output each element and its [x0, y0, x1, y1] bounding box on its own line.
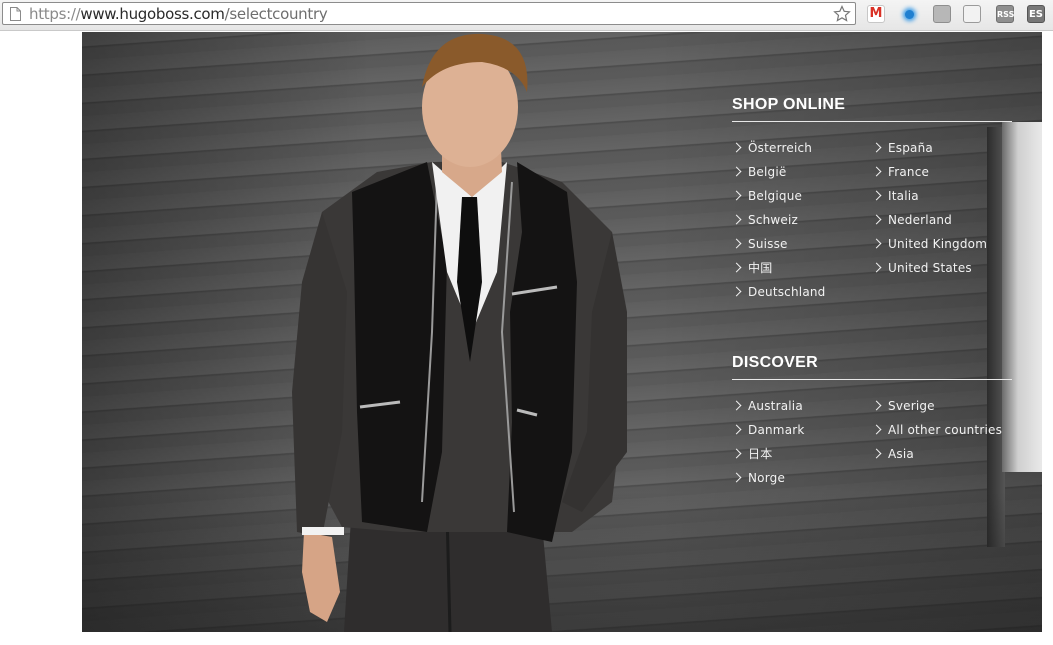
discover-right-column: Sverige All other countries Asia — [871, 394, 1012, 466]
country-label: Norge — [748, 471, 786, 485]
country-label: France — [888, 165, 930, 179]
model-figure — [292, 33, 627, 632]
globe-icon[interactable] — [900, 5, 918, 23]
chevron-right-icon — [871, 400, 882, 411]
country-link-osterreich[interactable]: Österreich — [731, 136, 872, 160]
discover-left-column: Australia Danmark 日本 Norge — [731, 394, 872, 490]
shop-online-list: Österreich België Belgique Schweiz Suiss… — [731, 136, 1012, 304]
shop-online-divider — [732, 121, 1012, 122]
country-link-china[interactable]: 中国 — [731, 256, 872, 280]
chevron-right-icon — [871, 238, 882, 249]
country-link-japan[interactable]: 日本 — [731, 442, 872, 466]
rss-icon[interactable]: RSS — [996, 5, 1014, 23]
shop-online-right-column: España France Italia Nederland United Ki… — [871, 136, 1012, 280]
country-label: España — [888, 141, 933, 155]
bookmark-star-icon[interactable] — [833, 5, 851, 23]
discover-section: DISCOVER Australia Danmark 日本 Norge Sver… — [731, 353, 1012, 490]
chevron-right-icon — [731, 424, 742, 435]
chevron-right-icon — [871, 142, 882, 153]
url-scheme: https:// — [29, 5, 81, 23]
country-link-nederland[interactable]: Nederland — [871, 208, 1012, 232]
chevron-right-icon — [731, 400, 742, 411]
country-label: 日本 — [748, 447, 773, 461]
shop-online-title: SHOP ONLINE — [732, 96, 846, 113]
chevron-right-icon — [731, 262, 742, 273]
chevron-right-icon — [731, 190, 742, 201]
country-label: United States — [888, 261, 972, 275]
country-label: 中国 — [748, 261, 773, 275]
country-label: Australia — [748, 399, 803, 413]
country-label: Österreich — [748, 141, 813, 155]
chevron-right-icon — [871, 214, 882, 225]
browser-toolbar: https://www.hugoboss.com/selectcountry R… — [0, 0, 1053, 31]
country-link-asia[interactable]: Asia — [871, 442, 1012, 466]
chevron-right-icon — [731, 286, 742, 297]
country-link-australia[interactable]: Australia — [731, 394, 872, 418]
chevron-right-icon — [871, 262, 882, 273]
country-link-united-states[interactable]: United States — [871, 256, 1012, 280]
country-label: United Kingdom — [888, 237, 988, 251]
country-label: Sverige — [888, 399, 935, 413]
es-icon[interactable]: ES — [1027, 5, 1045, 23]
country-label: Schweiz — [748, 213, 799, 227]
chevron-right-icon — [731, 142, 742, 153]
discover-title: DISCOVER — [732, 354, 818, 371]
chevron-right-icon — [731, 448, 742, 459]
country-link-danmark[interactable]: Danmark — [731, 418, 872, 442]
page-icon — [10, 7, 21, 21]
country-link-united-kingdom[interactable]: United Kingdom — [871, 232, 1012, 256]
country-link-norge[interactable]: Norge — [731, 466, 872, 490]
country-link-france[interactable]: France — [871, 160, 1012, 184]
country-label: Danmark — [748, 423, 805, 437]
chevron-right-icon — [871, 190, 882, 201]
book-icon[interactable] — [963, 5, 981, 23]
country-link-espana[interactable]: España — [871, 136, 1012, 160]
country-link-italia[interactable]: Italia — [871, 184, 1012, 208]
country-label: Nederland — [888, 213, 953, 227]
country-label: Deutschland — [748, 285, 826, 299]
url-text[interactable]: https://www.hugoboss.com/selectcountry — [29, 5, 328, 23]
country-label: Italia — [888, 189, 919, 203]
country-selector-panel: SHOP ONLINE Österreich België Belgique S… — [731, 95, 1012, 490]
chevron-right-icon — [731, 238, 742, 249]
url-host: www.hugoboss.com — [80, 5, 225, 23]
chevron-right-icon — [871, 166, 882, 177]
country-link-all-other-countries[interactable]: All other countries — [871, 418, 1012, 442]
chevron-right-icon — [731, 472, 742, 483]
chevron-right-icon — [871, 448, 882, 459]
country-link-belgie[interactable]: België — [731, 160, 872, 184]
country-link-belgique[interactable]: Belgique — [731, 184, 872, 208]
country-label: België — [748, 165, 787, 179]
country-link-schweiz[interactable]: Schweiz — [731, 208, 872, 232]
country-label: All other countries — [888, 423, 1003, 437]
url-path: /selectcountry — [224, 5, 328, 23]
disk-icon[interactable] — [933, 5, 951, 23]
hero-image: SHOP ONLINE Österreich België Belgique S… — [82, 32, 1042, 632]
country-link-sverige[interactable]: Sverige — [871, 394, 1012, 418]
shop-online-left-column: Österreich België Belgique Schweiz Suiss… — [731, 136, 872, 304]
discover-divider — [732, 379, 1012, 380]
country-label: Belgique — [748, 189, 803, 203]
discover-list: Australia Danmark 日本 Norge Sverige All o… — [731, 394, 1012, 490]
chevron-right-icon — [731, 214, 742, 225]
address-bar[interactable]: https://www.hugoboss.com/selectcountry — [2, 2, 856, 25]
country-label: Asia — [888, 447, 914, 461]
gmail-icon[interactable] — [867, 5, 885, 23]
country-link-suisse[interactable]: Suisse — [731, 232, 872, 256]
chevron-right-icon — [871, 424, 882, 435]
chevron-right-icon — [731, 166, 742, 177]
country-label: Suisse — [748, 237, 788, 251]
country-link-deutschland[interactable]: Deutschland — [731, 280, 872, 304]
